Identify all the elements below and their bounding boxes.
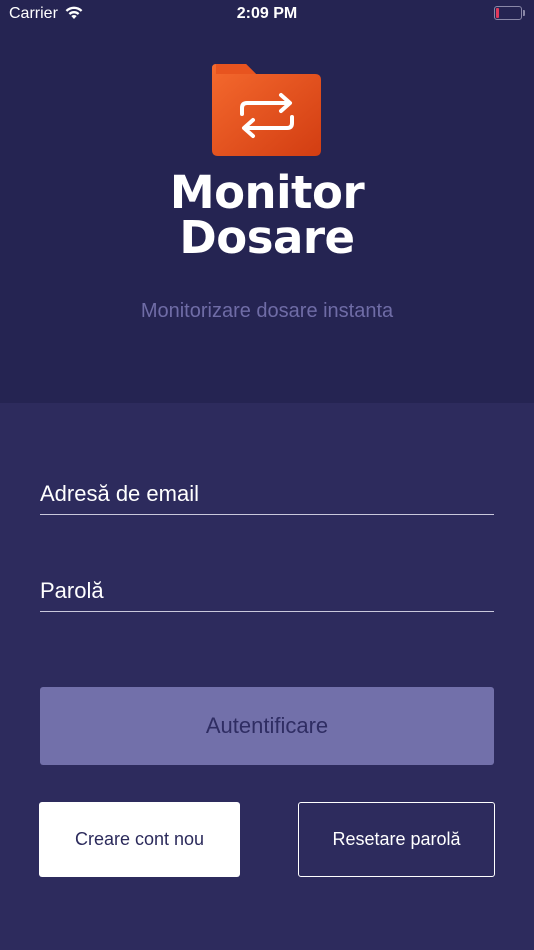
email-field-container xyxy=(40,474,494,515)
reset-password-button[interactable]: Resetare parolă xyxy=(298,802,495,877)
tagline: Monitorizare dosare instanta xyxy=(140,300,394,322)
email-field[interactable] xyxy=(40,474,494,514)
create-account-button[interactable]: Creare cont nou xyxy=(39,802,240,877)
brand-line-1: Monitor xyxy=(169,166,365,219)
password-field[interactable] xyxy=(40,571,494,611)
brand-line-2: Dosare xyxy=(179,211,355,264)
app-brand: Monitor Dosare xyxy=(0,170,534,260)
login-button[interactable]: Autentificare xyxy=(40,687,494,765)
battery-icon xyxy=(494,6,525,20)
status-bar: Carrier 2:09 PM xyxy=(0,0,534,28)
clock: 2:09 PM xyxy=(236,5,298,22)
folder-sync-icon xyxy=(212,64,321,156)
password-field-container xyxy=(40,571,494,612)
